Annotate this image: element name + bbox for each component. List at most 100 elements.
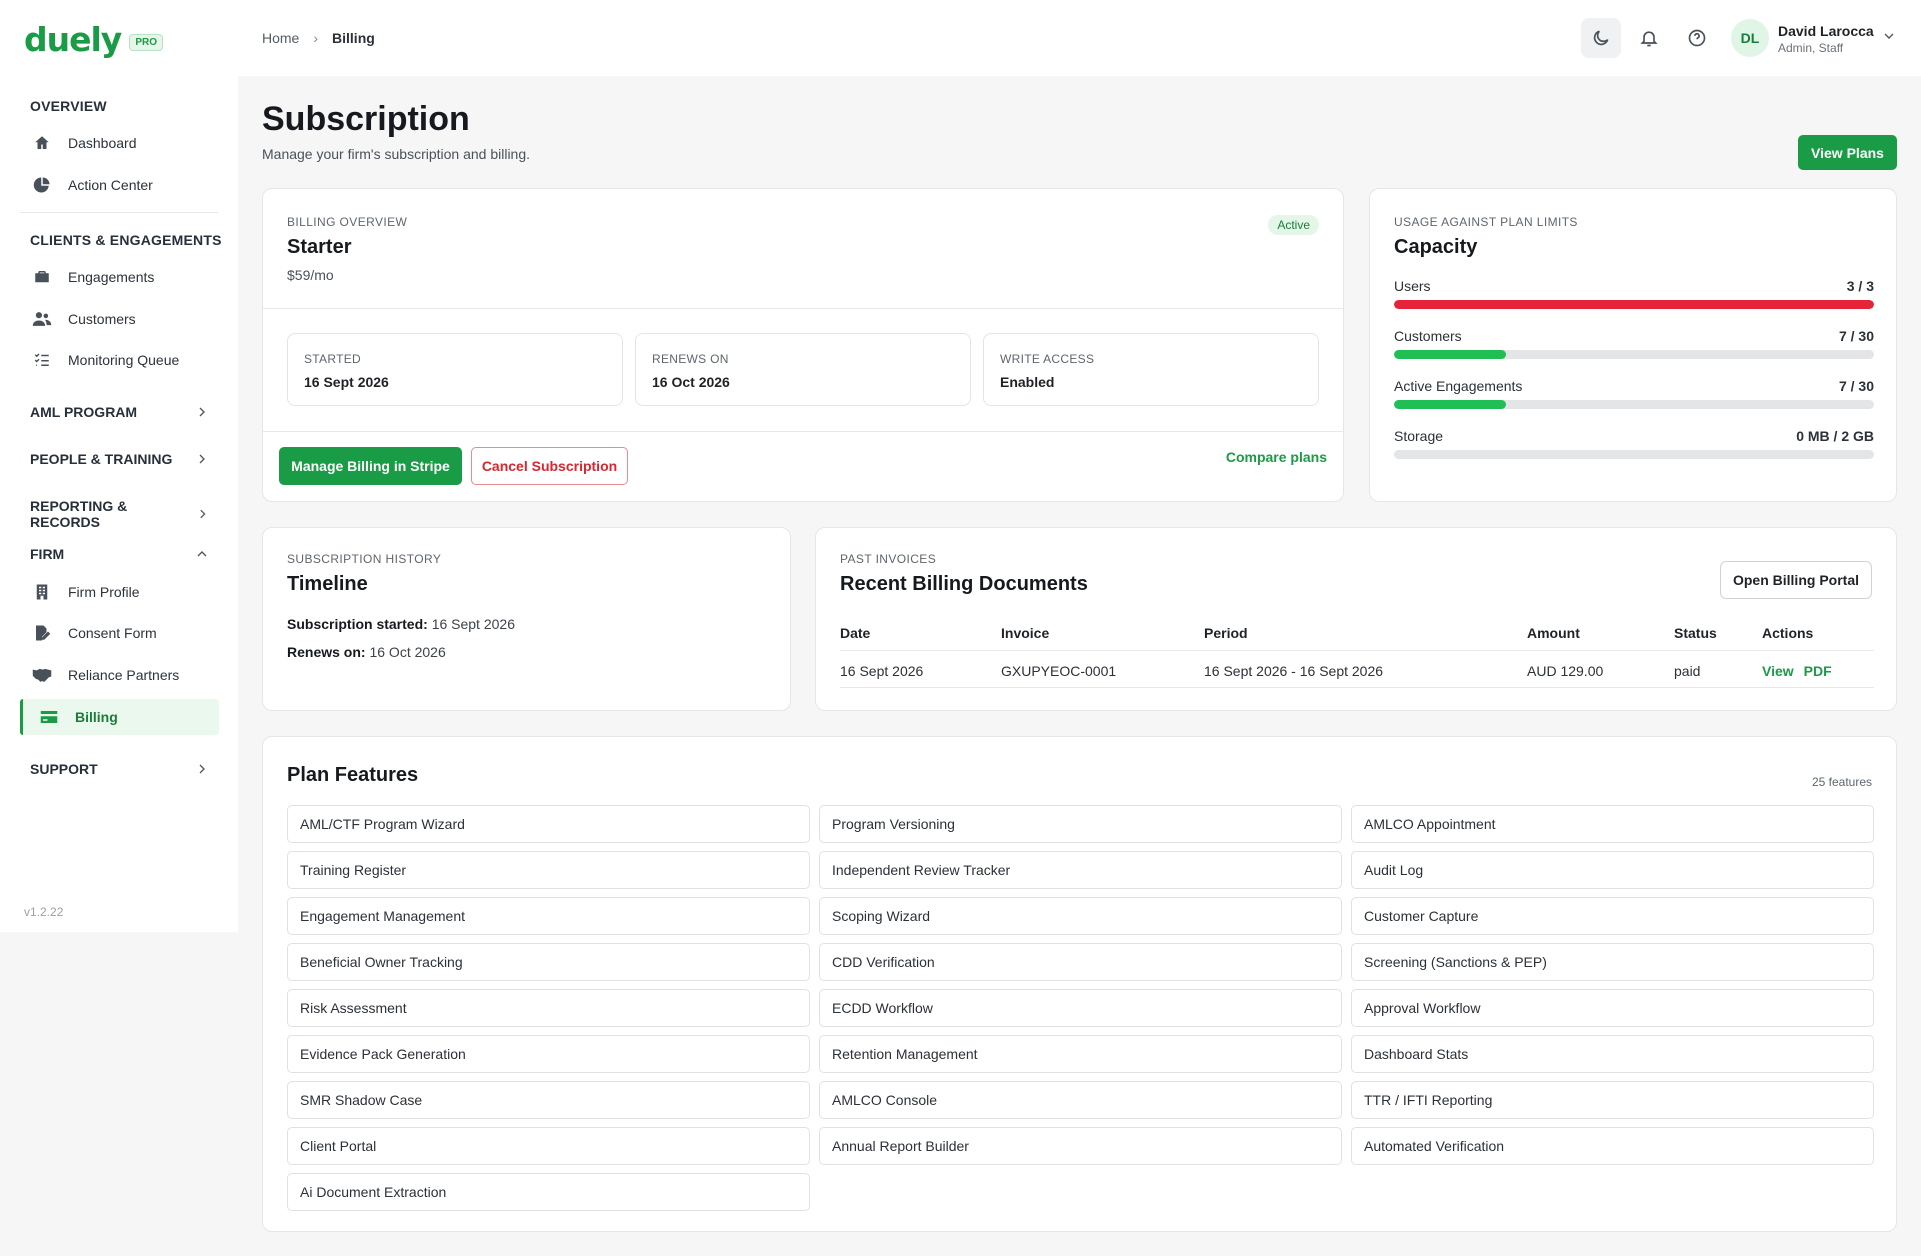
write-access-label: WRITE ACCESS [1000,352,1095,366]
help-circle-icon [1688,29,1706,47]
invoice-date: 16 Sept 2026 [840,663,924,679]
view-plans-button[interactable]: View Plans [1798,135,1897,170]
sidebar-item-monitoring-queue[interactable]: Monitoring Queue [32,342,218,378]
feature-item: Program Versioning [819,805,1342,843]
bell-icon [1640,31,1658,47]
user-name[interactable]: David Larocca [1778,23,1874,39]
timeline-started-label: Subscription started: [287,616,428,632]
breadcrumb-home[interactable]: Home [262,30,299,46]
sidebar-item-dashboard[interactable]: Dashboard [32,125,218,161]
sidebar-item-customers[interactable]: Customers [32,301,218,337]
meter-value: 0 MB / 2 GB [1796,428,1874,444]
column-header-status: Status [1674,625,1717,641]
feature-item: CDD Verification [819,943,1342,981]
section-clients: CLIENTS & ENGAGEMENTS [30,232,222,248]
meter-track [1394,450,1874,459]
timeline-renews-label: Renews on: [287,644,366,660]
avatar[interactable]: DL [1731,19,1769,57]
chevron-down-icon[interactable] [1881,28,1897,44]
billing-eyebrow: BILLING OVERVIEW [287,215,408,229]
briefcase-icon [32,267,52,287]
theme-toggle-button[interactable] [1581,18,1621,58]
sidebar-divider [20,212,218,213]
renews-value: 16 Oct 2026 [652,374,730,390]
invoices-title: Recent Billing Documents [840,573,1088,595]
brand-logo[interactable]: duely PRO [24,20,163,59]
feature-item: Automated Verification [1351,1127,1874,1165]
sidebar-item-reliance-partners[interactable]: Reliance Partners [32,657,218,693]
meter-customers: Customers 7 / 30 [1394,328,1874,359]
compare-plans-link[interactable]: Compare plans [1226,449,1327,465]
list-check-icon [32,350,52,370]
features-grid: AML/CTF Program Wizard Program Versionin… [287,805,1874,1211]
feature-item: Engagement Management [287,897,810,935]
sidebar-item-label: Customers [68,311,136,327]
card-divider [263,308,1343,309]
nav-group-label: FIRM [30,546,65,562]
feature-item: AML/CTF Program Wizard [287,805,810,843]
capacity-eyebrow: USAGE AGAINST PLAN LIMITS [1394,215,1578,229]
meter-value: 7 / 30 [1838,328,1874,344]
section-overview: OVERVIEW [30,98,107,114]
cancel-subscription-button[interactable]: Cancel Subscription [471,447,628,485]
feature-item: Approval Workflow [1351,989,1874,1027]
nav-group-people-training[interactable]: PEOPLE & TRAINING [30,451,210,467]
nav-group-firm[interactable]: FIRM [30,546,210,562]
sidebar-item-label: Firm Profile [68,584,140,600]
meter-fill [1394,350,1506,359]
nav-group-aml-program[interactable]: AML PROGRAM [30,404,210,420]
timeline-renews-value: 16 Oct 2026 [369,644,446,660]
feature-item: AMLCO Console [819,1081,1342,1119]
status-badge: Active [1268,215,1319,235]
sidebar-item-billing[interactable]: Billing [20,699,219,735]
breadcrumb-current: Billing [332,30,375,46]
feature-item: Independent Review Tracker [819,851,1342,889]
meter-storage: Storage 0 MB / 2 GB [1394,428,1874,459]
meter-track [1394,350,1874,359]
started-value: 16 Sept 2026 [304,374,389,390]
meter-value: 3 / 3 [1846,278,1874,294]
meter-users: Users 3 / 3 [1394,278,1874,309]
meter-value: 7 / 30 [1838,378,1874,394]
open-billing-portal-button[interactable]: Open Billing Portal [1720,561,1872,599]
plan-features-card: Plan Features 25 features AML/CTF Progra… [262,736,1897,1232]
breadcrumb-chevron-icon: › [313,30,319,46]
invoice-status: paid [1674,663,1701,679]
nav-group-label: AML PROGRAM [30,404,138,420]
feature-item: Scoping Wizard [819,897,1342,935]
sidebar-item-engagements[interactable]: Engagements [32,259,218,295]
feature-item: TTR / IFTI Reporting [1351,1081,1874,1119]
sidebar-item-action-center[interactable]: Action Center [32,167,218,203]
sidebar-item-consent-form[interactable]: Consent Form [32,615,218,651]
sidebar-item-label: Consent Form [68,625,157,641]
manage-billing-button[interactable]: Manage Billing in Stripe [279,447,462,485]
column-header-date: Date [840,625,871,641]
meter-label: Users [1394,278,1431,294]
user-role: Admin, Staff [1778,41,1844,55]
column-header-actions: Actions [1762,625,1814,641]
feature-item: Training Register [287,851,810,889]
timeline-started: Subscription started: 16 Sept 2026 [287,616,515,632]
billing-overview-card: BILLING OVERVIEW Starter $59/mo Active S… [262,188,1344,502]
nav-group-reporting-records[interactable]: REPORTING & RECORDS [30,498,210,530]
app-version: v1.2.22 [24,905,64,919]
nav-group-support[interactable]: SUPPORT [30,761,210,777]
invoices-eyebrow: PAST INVOICES [840,552,937,566]
feature-item: Audit Log [1351,851,1874,889]
sidebar-item-label: Billing [75,709,118,725]
card-divider [263,431,1343,432]
view-invoice-link[interactable]: View [1762,663,1794,679]
table-row-divider [840,687,1874,688]
sidebar-item-firm-profile[interactable]: Firm Profile [32,574,218,610]
feature-item: Risk Assessment [287,989,810,1027]
breadcrumb: Home › Billing [262,30,375,46]
help-button[interactable] [1677,18,1717,58]
notifications-button[interactable] [1629,18,1669,58]
started-box: STARTED 16 Sept 2026 [287,333,623,406]
timeline-renews: Renews on: 16 Oct 2026 [287,644,446,660]
started-label: STARTED [304,352,361,366]
meter-track [1394,300,1874,309]
plan-price: $59/mo [287,267,334,283]
pdf-invoice-link[interactable]: PDF [1804,663,1832,679]
timeline-title: Timeline [287,573,368,595]
